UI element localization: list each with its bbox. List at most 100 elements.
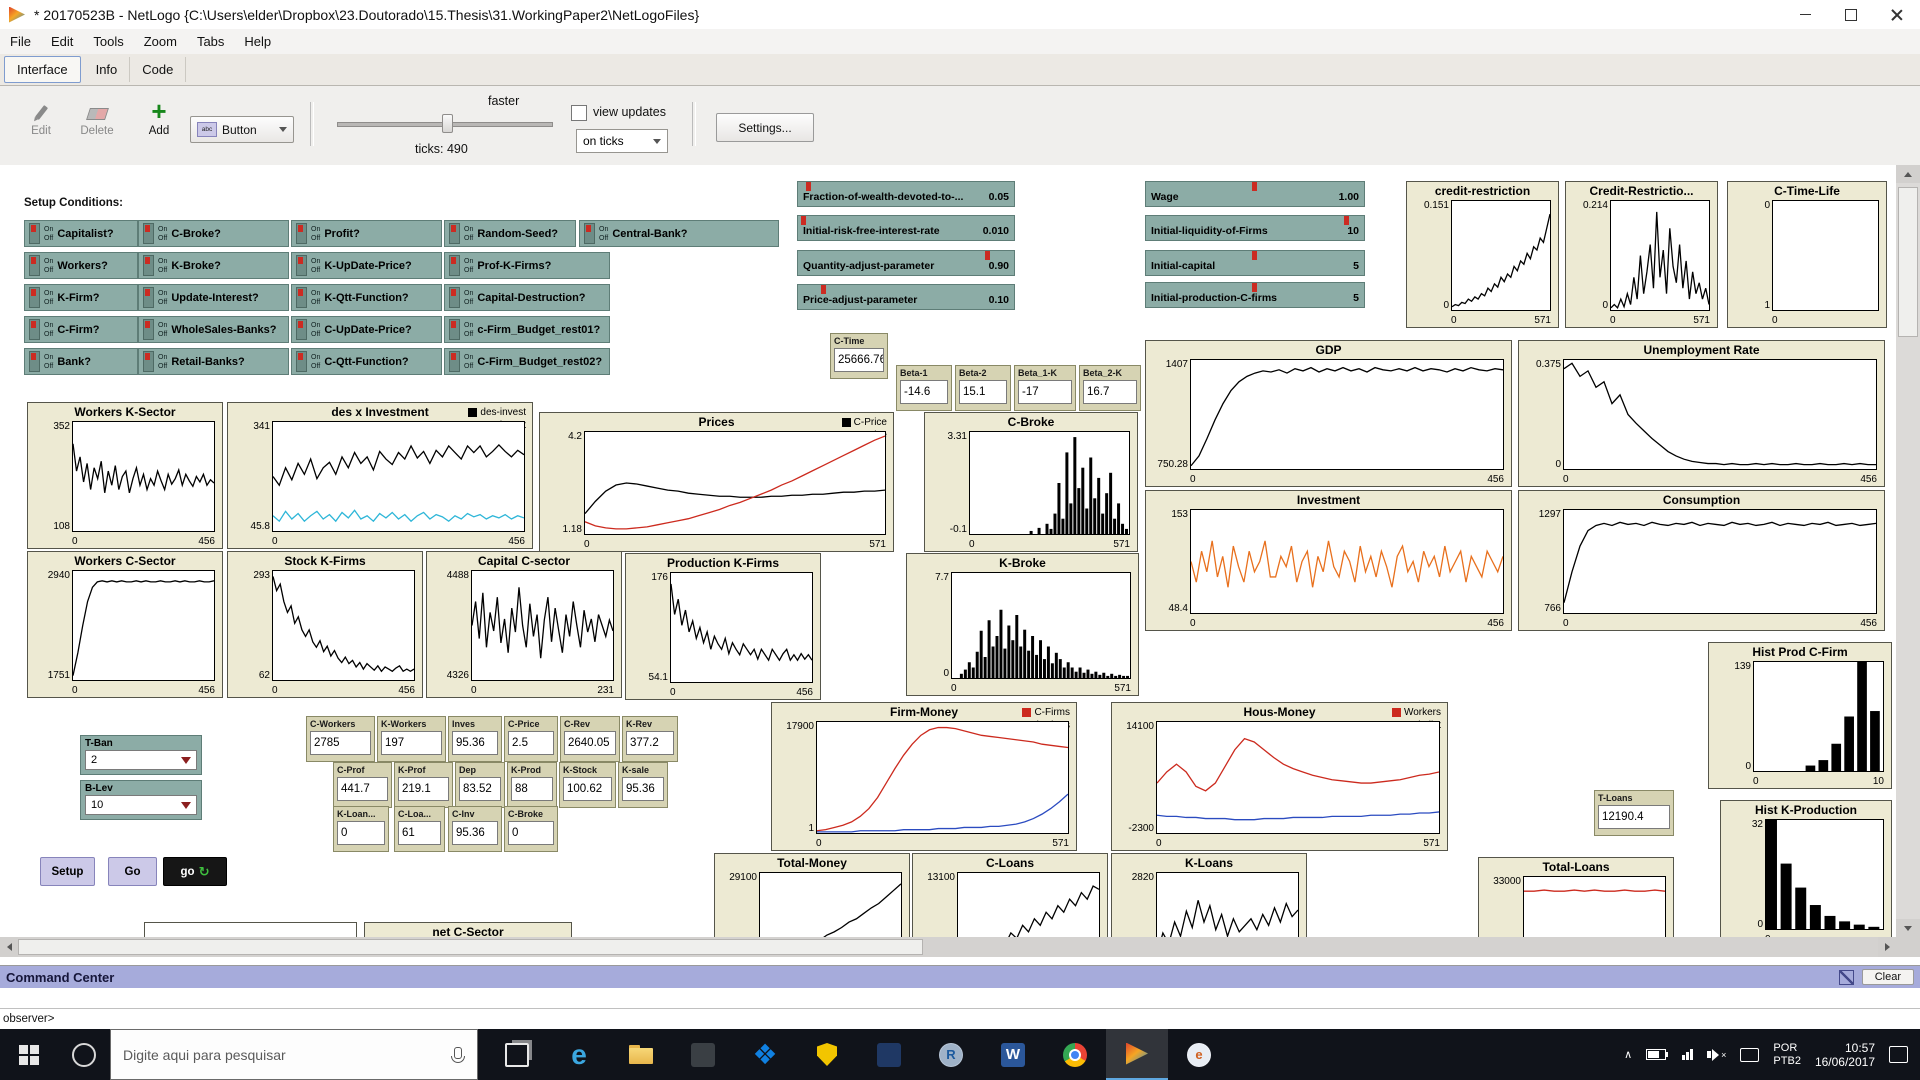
menu-edit[interactable]: Edit (41, 34, 83, 49)
app-icon-navy[interactable] (858, 1029, 920, 1080)
slider-handle[interactable] (1343, 216, 1349, 225)
go-button[interactable]: Go (108, 857, 157, 886)
menu-tools[interactable]: Tools (83, 34, 133, 49)
tab-code[interactable]: Code (130, 57, 187, 82)
add-widget-button[interactable]: Add (136, 102, 182, 137)
clear-button[interactable]: Clear (1861, 969, 1914, 985)
switch-k-qtt-function[interactable]: On Off K-Qtt-Function? (291, 284, 442, 311)
rstudio-icon[interactable]: R (920, 1029, 982, 1080)
plot-ymax-label: 0.151 (1423, 200, 1449, 211)
close-button[interactable] (1874, 0, 1920, 29)
chrome-icon[interactable] (1044, 1029, 1106, 1080)
slider-handle[interactable] (801, 216, 807, 225)
chooser-t-ban[interactable]: T-Ban 2 (80, 735, 202, 775)
language-indicator[interactable]: POR PTB2 (1773, 1042, 1801, 1068)
horizontal-scroll-thumb[interactable] (18, 939, 923, 955)
menu-file[interactable]: File (0, 34, 41, 49)
edit-widget-button[interactable]: Edit (18, 102, 64, 137)
scroll-left-button[interactable] (0, 937, 18, 957)
tray-expand-icon[interactable]: ∧ (1624, 1048, 1632, 1061)
switch-c-firm-budget-rest02[interactable]: On Off C-Firm_Budget_rest02? (444, 348, 610, 375)
setup-button[interactable]: Setup (40, 857, 95, 886)
switch-c-qtt-function[interactable]: On Off C-Qtt-Function? (291, 348, 442, 375)
chooser-b-lev[interactable]: B-Lev 10 (80, 780, 202, 820)
update-mode-dropdown[interactable]: on ticks (576, 129, 668, 153)
scroll-down-button[interactable] (1896, 919, 1920, 937)
switch-k-firm[interactable]: On Off K-Firm? (24, 284, 138, 311)
slider-handle[interactable] (820, 285, 826, 294)
app-icon-dark[interactable] (672, 1029, 734, 1080)
switch-k-update-price[interactable]: On Off K-UpDate-Price? (291, 252, 442, 279)
switch-c-firm[interactable]: On Off C-Firm? (24, 316, 138, 343)
menu-tabs[interactable]: Tabs (187, 34, 234, 49)
widget-type-dropdown[interactable]: abc Button (190, 116, 294, 143)
slider-handle[interactable] (1252, 182, 1257, 191)
tab-info[interactable]: Info (84, 57, 131, 82)
switch-c-update-price[interactable]: On Off C-UpDate-Price? (291, 316, 442, 343)
settings-button[interactable]: Settings... (716, 113, 814, 142)
monitor-value: 61 (398, 821, 441, 845)
speed-slider-thumb[interactable] (442, 114, 453, 133)
slider-initial-liquidity-of-firms[interactable]: Initial-liquidity-of-Firms 10 (1145, 215, 1365, 241)
shield-app-icon[interactable] (796, 1029, 858, 1080)
keyboard-icon[interactable] (1740, 1047, 1760, 1062)
slider-wage[interactable]: Wage 1.00 (1145, 181, 1365, 207)
slider-handle[interactable] (1252, 283, 1257, 292)
switch-random-seed[interactable]: On Off Random-Seed? (444, 220, 576, 247)
slider-initial-capital[interactable]: Initial-capital 5 (1145, 250, 1365, 276)
minimize-button[interactable] (1782, 0, 1828, 29)
slider-initial-risk-free-interest-rate[interactable]: Initial-risk-free-interest-rate 0.010 (797, 215, 1015, 241)
clock[interactable]: 10:57 16/06/2017 (1815, 1041, 1875, 1069)
scroll-right-button[interactable] (1878, 937, 1896, 957)
battery-icon[interactable] (1646, 1049, 1669, 1060)
switch-capital-destruction[interactable]: On Off Capital-Destruction? (444, 284, 610, 311)
eviews-icon[interactable]: e (1168, 1029, 1230, 1080)
slider-handle[interactable] (985, 251, 991, 260)
vertical-scrollbar[interactable] (1896, 165, 1920, 937)
switch-c-firm-budget-rest01[interactable]: On Off c-Firm_Budget_rest01? (444, 316, 610, 343)
menu-help[interactable]: Help (234, 34, 281, 49)
delete-widget-button[interactable]: Delete (74, 102, 120, 137)
switch-central-bank[interactable]: On Off Central-Bank? (579, 220, 779, 247)
view-updates-checkbox[interactable] (571, 105, 587, 121)
tab-interface[interactable]: Interface (4, 56, 81, 83)
vertical-scroll-thumb[interactable] (1898, 187, 1918, 337)
slider-handle[interactable] (1252, 251, 1257, 260)
slider-quantity-adjust-parameter[interactable]: Quantity-adjust-parameter 0.90 (797, 250, 1015, 276)
slider-price-adjust-parameter[interactable]: Price-adjust-parameter 0.10 (797, 284, 1015, 310)
volume-muted-icon[interactable]: × (1707, 1048, 1726, 1061)
menu-zoom[interactable]: Zoom (134, 34, 187, 49)
switch-profit[interactable]: On Off Profit? (291, 220, 442, 247)
slider-fraction-of-wealth-devoted-to[interactable]: Fraction-of-wealth-devoted-to-... 0.05 (797, 181, 1015, 207)
cortana-button[interactable] (58, 1029, 110, 1080)
horizontal-scrollbar[interactable] (0, 937, 1896, 957)
edge-icon[interactable]: e (548, 1029, 610, 1080)
task-view-icon[interactable] (486, 1029, 548, 1080)
plot-area (969, 431, 1130, 535)
switch-wholesales-banks[interactable]: On Off WholeSales-Banks? (138, 316, 289, 343)
switch-c-broke[interactable]: On Off C-Broke? (138, 220, 289, 247)
go-forever-button[interactable]: go (163, 857, 227, 886)
slider-handle[interactable] (805, 182, 811, 191)
switch-update-interest[interactable]: On Off Update-Interest? (138, 284, 289, 311)
network-icon[interactable] (1682, 1049, 1694, 1060)
slider-initial-production-c-firms[interactable]: Initial-production-C-firms 5 (1145, 282, 1365, 308)
resize-icon[interactable] (1838, 969, 1854, 985)
dropbox-icon[interactable]: ❖ (734, 1029, 796, 1080)
notification-center-icon[interactable] (1889, 1046, 1908, 1063)
switch-capitalist[interactable]: On Off Capitalist? (24, 220, 138, 247)
maximize-button[interactable] (1828, 0, 1874, 29)
microphone-icon[interactable] (451, 1046, 465, 1063)
start-button[interactable] (0, 1029, 58, 1080)
file-explorer-icon[interactable] (610, 1029, 672, 1080)
scroll-up-button[interactable] (1896, 165, 1920, 183)
netlogo-icon[interactable] (1106, 1029, 1168, 1080)
switch-retail-banks[interactable]: On Off Retail-Banks? (138, 348, 289, 375)
switch-bank[interactable]: On Off Bank? (24, 348, 138, 375)
word-icon[interactable]: W (982, 1029, 1044, 1080)
switch-prof-k-firms[interactable]: On Off Prof-K-Firms? (444, 252, 610, 279)
command-input[interactable] (58, 1010, 1916, 1028)
switch-k-broke[interactable]: On Off K-Broke? (138, 252, 289, 279)
switch-workers[interactable]: On Off Workers? (24, 252, 138, 279)
taskbar-search[interactable]: Digite aqui para pesquisar (110, 1029, 478, 1080)
